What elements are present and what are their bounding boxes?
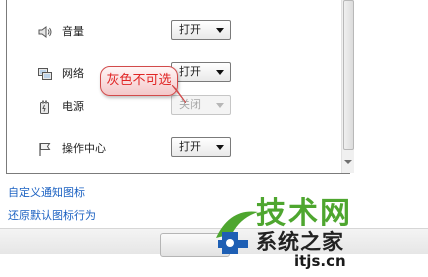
scroll-down-arrow-icon[interactable] bbox=[344, 160, 352, 164]
dropdown-value: 打开 bbox=[179, 65, 201, 78]
dropdown-value: 打开 bbox=[179, 140, 201, 153]
volume-icon bbox=[37, 24, 53, 40]
watermark: 技术网 系统之家 itjs.cn bbox=[210, 182, 422, 274]
row-action-center: 操作中心 打开 bbox=[7, 137, 337, 161]
row-label-volume: 音量 bbox=[62, 25, 84, 38]
network-behavior-dropdown[interactable]: 打开 bbox=[171, 62, 231, 82]
customize-notification-icons-link[interactable]: 自定义通知图标 bbox=[8, 184, 85, 200]
volume-behavior-dropdown[interactable]: 打开 bbox=[171, 20, 231, 40]
vertical-scrollbar[interactable] bbox=[341, 0, 354, 173]
action-center-flag-icon bbox=[37, 141, 53, 157]
row-volume: 音量 打开 bbox=[7, 20, 337, 44]
watermark-url: itjs.cn bbox=[294, 252, 346, 270]
network-icon bbox=[37, 66, 53, 82]
annotation-callout: 灰色不可选 bbox=[100, 66, 178, 96]
row-label-network: 网络 bbox=[62, 67, 84, 80]
power-icon bbox=[37, 99, 53, 115]
callout-pointer bbox=[172, 85, 186, 103]
row-label-action-center: 操作中心 bbox=[62, 142, 106, 155]
row-label-power: 电源 bbox=[62, 100, 84, 113]
chevron-down-icon bbox=[216, 103, 224, 108]
dropdown-value: 打开 bbox=[179, 23, 201, 36]
scrollbar-thumb[interactable] bbox=[343, 0, 354, 150]
chevron-down-icon bbox=[216, 28, 224, 33]
chevron-down-icon bbox=[216, 145, 224, 150]
restore-default-icon-behaviors-link[interactable]: 还原默认图标行为 bbox=[8, 207, 96, 223]
chevron-down-icon bbox=[216, 70, 224, 75]
action-center-behavior-dropdown[interactable]: 打开 bbox=[171, 137, 231, 157]
